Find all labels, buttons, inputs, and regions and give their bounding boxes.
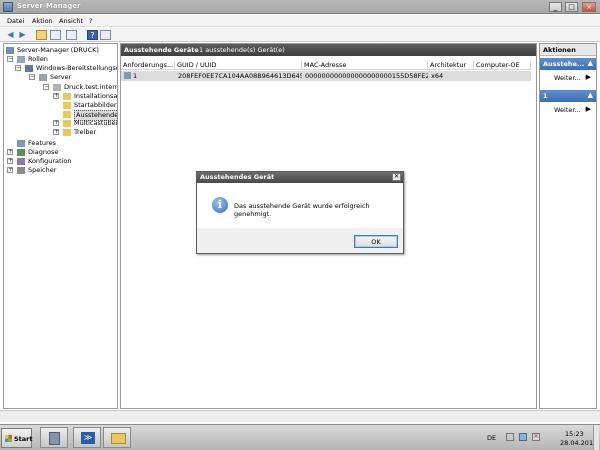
window-titlebar: Server-Manager _ □ ×	[0, 0, 600, 14]
folder-icon	[63, 120, 71, 127]
column-header-mac[interactable]: MAC-Adresse	[302, 61, 428, 70]
up-folder-icon[interactable]	[36, 30, 47, 40]
navigation-tree: Server-Manager (DRUCK) − Rollen − Window…	[3, 43, 118, 409]
info-icon: i	[212, 197, 228, 213]
actions-section-1[interactable]: 1 ▲	[540, 90, 596, 102]
expand-icon[interactable]: +	[53, 129, 59, 135]
roles-icon	[17, 56, 25, 63]
server-icon	[53, 84, 61, 91]
dialog-close-button[interactable]: ✕	[392, 173, 401, 181]
expand-icon[interactable]: +	[53, 120, 59, 126]
server-manager-icon	[3, 2, 13, 12]
dialog-message: Das ausstehende Gerät wurde erfolgreich …	[234, 202, 370, 218]
export-list-icon[interactable]	[66, 30, 77, 40]
menu-bar: Datei Aktion Ansicht ?	[0, 15, 600, 27]
device-icon	[124, 72, 131, 79]
server-manager-icon	[49, 432, 60, 445]
window-title: Server-Manager	[17, 2, 81, 10]
column-header-guid[interactable]: GUID / UUID	[175, 61, 302, 70]
action-center-icon[interactable]	[506, 433, 514, 441]
configuration-icon	[17, 158, 25, 165]
menu-datei[interactable]: Datei	[7, 17, 24, 25]
menu-ansicht[interactable]: Ansicht	[59, 17, 83, 25]
expand-icon[interactable]: +	[7, 167, 13, 173]
ok-button[interactable]: OK	[354, 235, 398, 248]
collapse-icon[interactable]: −	[15, 65, 21, 71]
expand-icon[interactable]: +	[7, 158, 13, 164]
dialog-title: Ausstehendes Gerät	[200, 173, 275, 181]
cell-architektur: x64	[431, 72, 444, 80]
table-row[interactable]: 1 208FEF0EE7CA104AA08B964613D645AC 00000…	[121, 71, 531, 81]
submenu-arrow-icon: ▶	[585, 105, 591, 113]
back-arrow-icon[interactable]: ◀	[5, 30, 16, 40]
message-dialog: Ausstehendes Gerät ✕ i Das ausstehende G…	[196, 171, 404, 254]
collapse-icon[interactable]: −	[7, 56, 13, 62]
clock-date[interactable]: 28.04.2011	[560, 439, 597, 447]
diagnostics-icon	[17, 149, 25, 156]
show-hide-tree-icon[interactable]	[50, 30, 61, 40]
clock-time[interactable]: 15:23	[565, 430, 584, 438]
start-button[interactable]: Start	[1, 428, 33, 448]
properties-icon[interactable]	[100, 30, 111, 40]
maximize-button[interactable]: □	[565, 2, 578, 12]
server-manager-icon	[6, 47, 14, 54]
show-desktop-button[interactable]	[593, 425, 599, 450]
taskbar-powershell[interactable]: ≫	[73, 427, 101, 448]
column-header-anforderung[interactable]: Anforderungs...	[121, 61, 175, 70]
column-header-architektur[interactable]: Architektur	[428, 61, 474, 70]
action-weitere-2[interactable]: Weiter... ▶	[540, 104, 596, 116]
status-bar	[0, 410, 600, 422]
taskbar: Start ≫ DE ✕ 15:23 28.04.2011	[0, 424, 600, 450]
close-button[interactable]: ×	[582, 2, 596, 12]
network-icon[interactable]	[519, 433, 527, 441]
taskbar-server-manager[interactable]	[40, 427, 68, 448]
expand-icon[interactable]: +	[7, 149, 13, 155]
windows-logo-icon	[5, 435, 12, 442]
results-count: 1 ausstehende(s) Gerät(e)	[199, 46, 285, 54]
cell-id: 1	[133, 72, 138, 80]
toolbar: ◀ ▶ ?	[0, 28, 600, 42]
actions-pane: Aktionen Ausstehe... ▲ Weiter... ▶ 1 ▲ W…	[539, 43, 597, 409]
results-header: Ausstehende Geräte 1 ausstehende(s) Gerä…	[121, 44, 536, 56]
help-icon[interactable]: ?	[87, 30, 98, 40]
actions-section-ausstehende[interactable]: Ausstehe... ▲	[540, 58, 596, 70]
results-title: Ausstehende Geräte	[124, 46, 199, 54]
menu-help[interactable]: ?	[89, 17, 92, 25]
collapse-up-icon[interactable]: ▲	[588, 91, 593, 99]
folder-icon	[111, 433, 126, 444]
wds-icon	[25, 65, 33, 72]
servers-icon	[39, 74, 47, 81]
dialog-titlebar: Ausstehendes Gerät ✕	[197, 172, 403, 183]
forward-arrow-icon[interactable]: ▶	[17, 30, 28, 40]
cell-mac: 000000000000000000000155D58FE2A	[305, 72, 428, 80]
folder-icon	[63, 102, 71, 109]
taskbar-explorer[interactable]	[103, 427, 131, 448]
features-icon	[17, 140, 25, 147]
volume-muted-icon[interactable]: ✕	[532, 433, 540, 441]
minimize-button[interactable]: _	[549, 2, 562, 12]
table-header: Anforderungs... GUID / UUID MAC-Adresse …	[121, 60, 531, 70]
folder-icon	[63, 93, 71, 100]
submenu-arrow-icon: ▶	[585, 73, 591, 81]
collapse-up-icon[interactable]: ▲	[588, 59, 593, 67]
powershell-icon: ≫	[81, 432, 95, 444]
actions-header: Aktionen	[540, 44, 596, 56]
dialog-body: i Das ausstehende Gerät wurde erfolgreic…	[197, 183, 403, 228]
expand-icon[interactable]: +	[53, 93, 59, 99]
folder-icon	[63, 111, 71, 118]
language-indicator[interactable]: DE	[487, 434, 496, 442]
storage-icon	[17, 167, 25, 174]
column-header-computer-oe[interactable]: Computer-OE	[474, 61, 531, 70]
menu-aktion[interactable]: Aktion	[32, 17, 53, 25]
cell-guid: 208FEF0EE7CA104AA08B964613D645AC	[178, 72, 302, 80]
collapse-icon[interactable]: −	[29, 74, 35, 80]
action-weitere-1[interactable]: Weiter... ▶	[540, 72, 596, 84]
folder-icon	[63, 129, 71, 136]
collapse-icon[interactable]: −	[43, 84, 49, 90]
